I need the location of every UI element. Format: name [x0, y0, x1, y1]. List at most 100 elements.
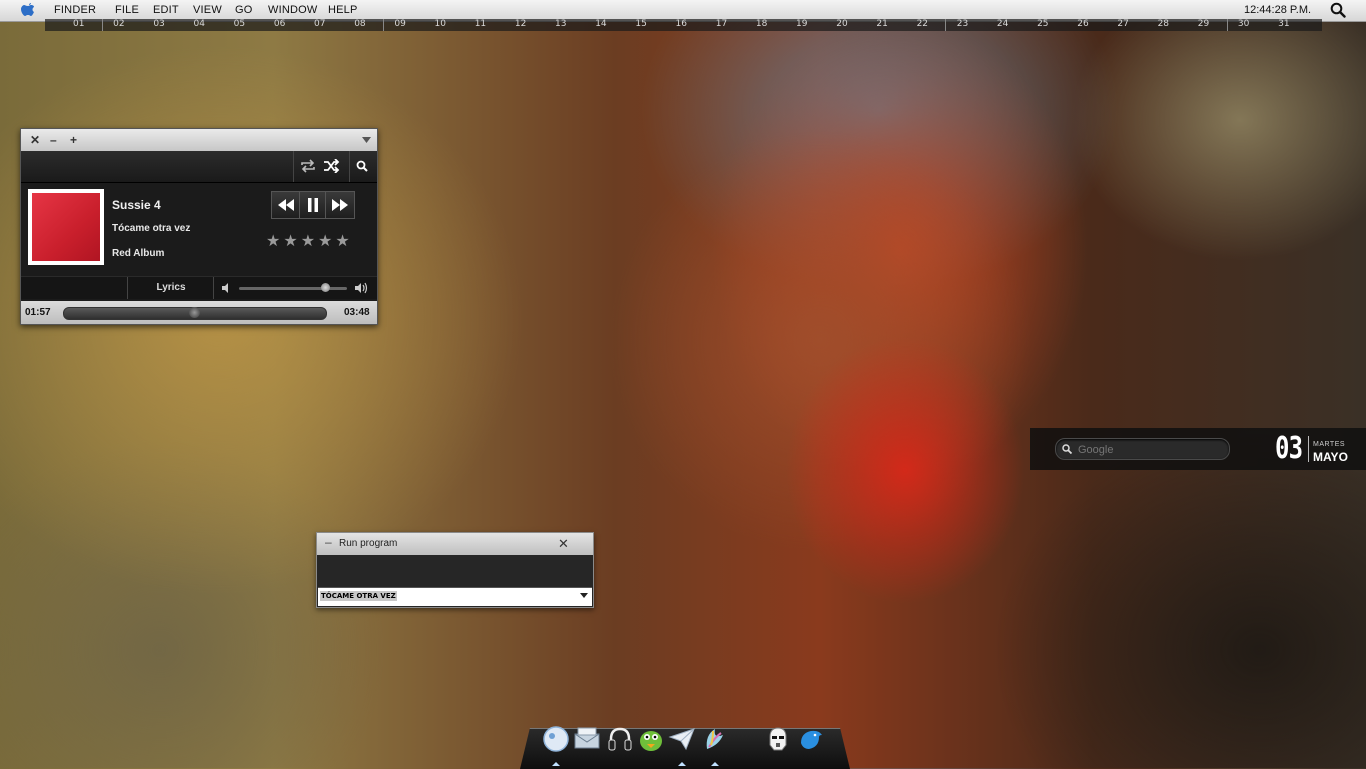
volume-high-icon[interactable] — [355, 282, 369, 294]
track-artist: Sussie 4 — [112, 198, 161, 212]
calendar-day: 28 — [1157, 19, 1170, 29]
calendar-day: 30 — [1237, 19, 1250, 29]
feather-icon[interactable] — [701, 725, 729, 753]
dock — [520, 725, 850, 769]
menu-window[interactable]: WINDOW — [268, 4, 317, 16]
run-command-field[interactable]: TÓCAME OTRA VEZ — [318, 587, 592, 606]
divider — [213, 277, 214, 299]
pause-button[interactable] — [299, 191, 327, 219]
running-indicator — [711, 762, 719, 766]
calendar-day: 06 — [273, 19, 286, 29]
divider — [293, 151, 294, 182]
volume-slider[interactable] — [239, 287, 347, 290]
menu-edit[interactable]: EDIT — [153, 4, 179, 16]
calendar-day: 13 — [555, 19, 567, 29]
menu-help[interactable]: HELP — [328, 4, 358, 16]
calendar-day: 02 — [113, 19, 125, 29]
calendar-day: 18 — [755, 19, 768, 29]
menu-go[interactable]: GO — [235, 4, 253, 16]
date-day-number: 03 — [1275, 431, 1303, 466]
progress-bar-area: 01:57 03:48 — [21, 301, 377, 324]
stormtrooper-icon[interactable] — [764, 725, 792, 753]
running-indicator — [678, 762, 686, 766]
maximize-icon[interactable]: + — [70, 133, 77, 147]
menu-view[interactable]: VIEW — [193, 4, 222, 16]
calendar-day: 08 — [354, 19, 366, 29]
pause-icon — [308, 198, 318, 212]
fast-forward-button[interactable] — [325, 191, 355, 219]
mail-icon[interactable] — [572, 725, 602, 753]
calendar-day: 14 — [595, 19, 607, 29]
repeat-icon[interactable] — [300, 159, 316, 173]
run-command-text[interactable]: TÓCAME OTRA VEZ — [320, 591, 397, 601]
twitter-icon[interactable] — [797, 725, 825, 753]
apple-icon[interactable] — [21, 2, 35, 17]
total-time: 03:48 — [344, 307, 370, 318]
run-program-titlebar: – Run program ✕ — [317, 533, 593, 555]
calendar-day: 16 — [675, 19, 687, 29]
calendar-day: 21 — [876, 19, 888, 29]
calendar-day: 03 — [153, 19, 165, 29]
track-album: Red Album — [112, 248, 165, 259]
date-day-name: MARTES — [1313, 441, 1346, 448]
menu-file[interactable]: FILE — [115, 4, 139, 16]
menubar-clock[interactable]: 12:44:28 P.M. — [1244, 4, 1311, 16]
music-player-titlebar: ✕ – + — [21, 129, 377, 151]
album-art — [28, 189, 104, 265]
music-player-toolbar — [21, 151, 377, 183]
running-indicator — [552, 762, 560, 766]
week-separator — [945, 19, 946, 31]
calendar-day: 12 — [514, 19, 527, 29]
lyrics-button[interactable]: Lyrics — [129, 282, 213, 293]
google-search-input[interactable] — [1076, 441, 1225, 459]
calendar-day: 04 — [193, 19, 205, 29]
search-icon — [1062, 444, 1072, 454]
calendar-day: 05 — [233, 19, 246, 29]
finder-icon[interactable] — [542, 725, 570, 753]
calendar-day: 26 — [1077, 19, 1089, 29]
week-separator — [102, 19, 103, 31]
shuffle-icon[interactable] — [323, 159, 340, 173]
volume-low-icon[interactable] — [222, 283, 232, 293]
minimize-icon[interactable]: – — [325, 535, 332, 549]
calendar-day: 27 — [1117, 19, 1129, 29]
calendar-day: 19 — [796, 19, 808, 29]
calendar-day: 11 — [474, 19, 487, 29]
minimize-icon[interactable]: – — [50, 133, 57, 147]
dialog-title: Run program — [339, 538, 398, 549]
google-search-box[interactable] — [1055, 438, 1230, 460]
run-program-dialog: – Run program ✕ TÓCAME OTRA VEZ — [316, 532, 594, 608]
fast-forward-icon — [332, 199, 348, 211]
close-icon[interactable]: ✕ — [30, 133, 40, 147]
menu-finder[interactable]: FINDER — [54, 4, 96, 16]
progress-knob[interactable] — [189, 307, 200, 318]
track-title: Tócame otra vez — [112, 223, 191, 234]
adium-icon[interactable] — [637, 725, 665, 753]
calendar-strip: 01 02 03 04 05 06 07 08 09 10 11 12 13 14 15 16 17 18 19 20… — [45, 19, 1322, 31]
calendar-day: 24 — [996, 19, 1009, 29]
calendar-day: 15 — [635, 19, 647, 29]
calendar-day: 09 — [394, 19, 406, 29]
headphones-icon[interactable] — [606, 725, 634, 753]
volume-knob[interactable] — [321, 283, 330, 292]
divider — [1308, 436, 1309, 462]
rating-stars[interactable]: ★★★★★ — [266, 231, 353, 251]
date-month: MAYO — [1313, 450, 1348, 464]
airmail-icon[interactable] — [668, 725, 696, 753]
calendar-day: 25 — [1037, 19, 1049, 29]
calendar-day: 10 — [434, 19, 446, 29]
calendar-day: 07 — [314, 19, 326, 29]
music-player-footer: Lyrics — [21, 276, 377, 299]
chevron-down-icon[interactable] — [580, 593, 588, 598]
close-icon[interactable]: ✕ — [558, 536, 569, 552]
music-player-widget: ✕ – + Sussie 4 Tócame otra vez Red Album… — [20, 128, 378, 325]
search-icon[interactable] — [356, 160, 368, 172]
rewind-button[interactable] — [271, 191, 301, 219]
week-separator — [383, 19, 384, 31]
progress-track[interactable] — [63, 307, 327, 320]
search-date-widget: 03 MARTES MAYO — [1030, 428, 1366, 470]
chevron-down-icon[interactable] — [362, 137, 371, 143]
rewind-icon — [278, 199, 294, 211]
week-separator — [1227, 19, 1228, 31]
spotlight-search-icon[interactable] — [1330, 2, 1346, 18]
